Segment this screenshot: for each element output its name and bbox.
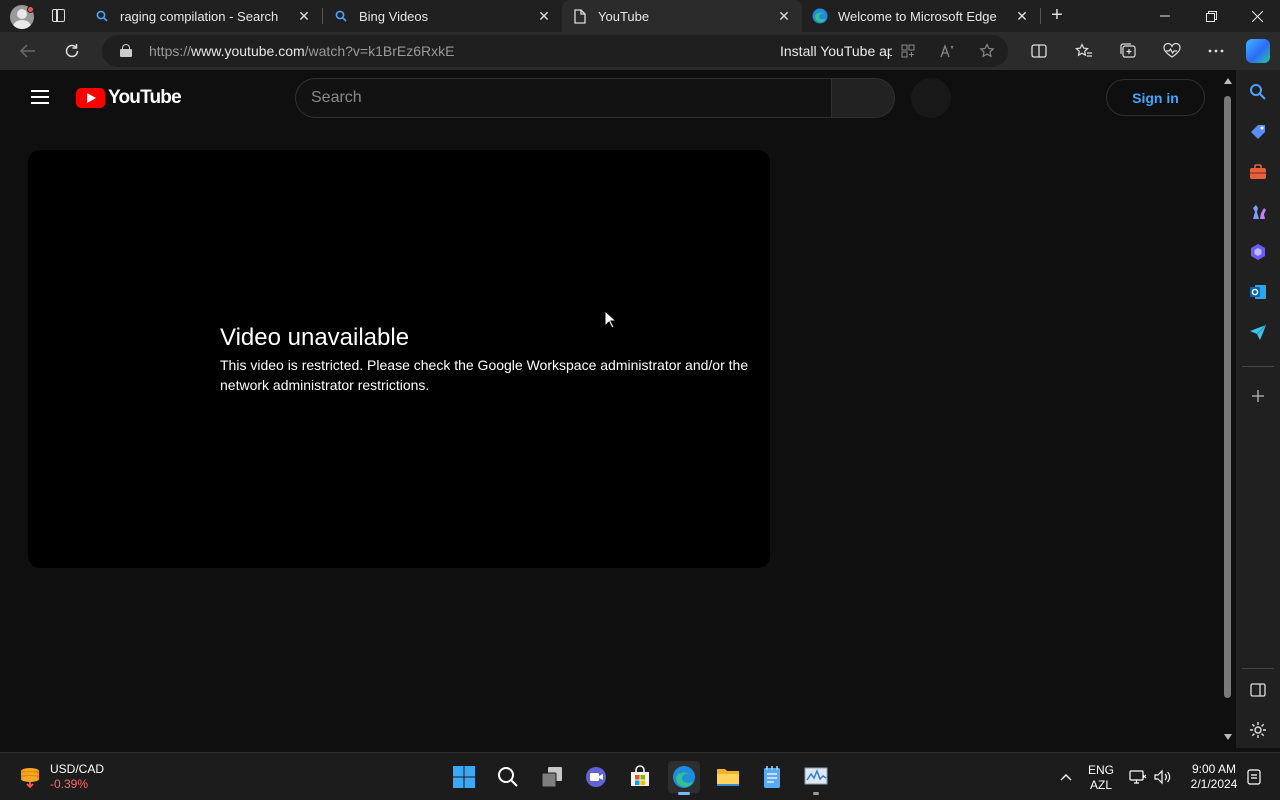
- running-indicator: [813, 792, 819, 795]
- close-icon[interactable]: ✕: [536, 8, 552, 24]
- show-hidden-icons-chevron-icon[interactable]: [1052, 761, 1080, 793]
- currency-widget[interactable]: USD/CAD -0.39%: [50, 762, 104, 792]
- outlook-icon[interactable]: [1248, 282, 1268, 302]
- ticker-change: -0.39%: [50, 777, 89, 791]
- input-language[interactable]: ENG AZL: [1084, 763, 1118, 793]
- start-button[interactable]: [448, 761, 480, 793]
- close-icon[interactable]: ✕: [776, 8, 792, 24]
- tab-title: Welcome to Microsoft Edge: [838, 8, 997, 24]
- more-options-icon[interactable]: [1205, 40, 1227, 62]
- scrollbar-thumb[interactable]: [1224, 96, 1231, 698]
- collections-icon[interactable]: [1117, 40, 1139, 62]
- currency-widget-icon[interactable]: [18, 764, 42, 789]
- favorites-icon[interactable]: [1073, 40, 1095, 62]
- edge-taskbar-icon[interactable]: [668, 761, 700, 795]
- tab-separator: [1040, 8, 1041, 24]
- favorite-star-icon[interactable]: [977, 41, 997, 61]
- page-scrollbar[interactable]: [1220, 70, 1236, 748]
- youtube-play-icon: [76, 88, 105, 108]
- file-explorer-icon[interactable]: [712, 761, 744, 793]
- performance-monitor-icon[interactable]: [800, 761, 832, 795]
- split-screen-icon[interactable]: [1028, 40, 1050, 62]
- tab-search[interactable]: raging compilation - Search ✕: [84, 0, 322, 32]
- minimize-button[interactable]: [1142, 0, 1188, 32]
- app-install-icon[interactable]: [898, 41, 918, 61]
- close-window-button[interactable]: [1234, 0, 1280, 32]
- search-button[interactable]: [831, 78, 895, 118]
- active-indicator: [678, 792, 690, 795]
- edge-icon: [812, 8, 828, 24]
- tab-welcome-edge[interactable]: Welcome to Microsoft Edge ✕: [802, 0, 1040, 32]
- windows-taskbar: USD/CAD -0.39% ENG AZL 9:00 AM 2/1/2024: [0, 752, 1280, 800]
- notifications-icon[interactable]: [1244, 761, 1264, 793]
- browser-toolbar: https://www.youtube.com/watch?v=k1BrEz6R…: [0, 32, 1280, 70]
- refresh-icon[interactable]: [60, 40, 84, 62]
- sidebar-separator: [1242, 668, 1274, 669]
- error-title: Video unavailable: [220, 324, 410, 351]
- clock[interactable]: 9:00 AM 2/1/2024: [1186, 762, 1242, 792]
- restore-button[interactable]: [1188, 0, 1234, 32]
- tab-actions-icon[interactable]: [50, 8, 68, 24]
- error-message: This video is restricted. Please check t…: [220, 357, 749, 393]
- hide-sidebar-icon[interactable]: [1248, 680, 1268, 700]
- copilot-designer-icon[interactable]: [1248, 242, 1268, 262]
- clock-date: 2/1/2024: [1190, 777, 1238, 791]
- tab-title: YouTube: [598, 8, 650, 24]
- back-arrow-icon[interactable]: [16, 40, 40, 62]
- tab-youtube[interactable]: YouTube ✕: [562, 0, 802, 32]
- browser-essentials-icon[interactable]: [1161, 40, 1183, 62]
- keyboard-layout: AZL: [1089, 778, 1112, 792]
- shopping-tag-icon[interactable]: [1248, 122, 1268, 142]
- task-view-icon[interactable]: [536, 761, 568, 793]
- send-paper-plane-icon[interactable]: [1248, 322, 1268, 342]
- microsoft-store-icon[interactable]: [624, 761, 656, 793]
- clock-time: 9:00 AM: [1191, 762, 1237, 776]
- new-tab-button[interactable]: +: [1047, 5, 1067, 26]
- search-input[interactable]: [295, 78, 831, 118]
- sign-in-button[interactable]: Sign in: [1106, 79, 1205, 116]
- tools-briefcase-icon[interactable]: [1248, 162, 1268, 182]
- video-player[interactable]: Video unavailable This video is restrict…: [28, 150, 770, 568]
- ticker-symbol: USD/CAD: [50, 762, 105, 776]
- page-viewport: YouTube Sign in Video unavailable This v…: [4, 70, 1220, 748]
- profile-notification-dot: [27, 6, 34, 13]
- page-icon: [572, 8, 588, 24]
- install-app-label[interactable]: Install YouTube ap: [780, 43, 892, 59]
- language-code: ENG: [1087, 763, 1114, 777]
- settings-gear-icon[interactable]: [1248, 720, 1268, 740]
- edge-sidebar: [1236, 70, 1280, 748]
- sidebar-separator: [1242, 366, 1274, 367]
- scroll-up-arrow-icon[interactable]: [1224, 78, 1232, 84]
- volume-icon[interactable]: [1151, 761, 1175, 793]
- address-bar[interactable]: https://www.youtube.com/watch?v=k1BrEz6R…: [102, 35, 1008, 67]
- close-icon[interactable]: ✕: [1014, 8, 1030, 24]
- tab-title: Bing Videos: [359, 8, 429, 24]
- url-text[interactable]: https://www.youtube.com/watch?v=k1BrEz6R…: [149, 43, 454, 59]
- add-icon[interactable]: [1248, 386, 1268, 406]
- network-icon[interactable]: [1126, 761, 1150, 793]
- search-icon: [333, 8, 349, 24]
- read-aloud-icon[interactable]: [938, 41, 958, 61]
- taskbar-search-icon[interactable]: [492, 761, 524, 793]
- scroll-down-arrow-icon[interactable]: [1224, 734, 1232, 740]
- lock-icon[interactable]: [120, 44, 132, 57]
- youtube-logo[interactable]: YouTube: [76, 87, 182, 109]
- notepad-icon[interactable]: [756, 761, 788, 793]
- sidebar-search-icon[interactable]: [1248, 82, 1268, 102]
- tab-bing-videos[interactable]: Bing Videos ✕: [323, 0, 562, 32]
- close-icon[interactable]: ✕: [296, 8, 312, 24]
- games-icon[interactable]: [1248, 202, 1268, 222]
- copilot-icon[interactable]: [1246, 39, 1270, 63]
- youtube-wordmark: YouTube: [108, 87, 182, 108]
- tab-strip: raging compilation - Search ✕ Bing Video…: [0, 0, 1280, 32]
- menu-icon[interactable]: [31, 89, 49, 105]
- teams-chat-icon[interactable]: [580, 761, 612, 793]
- voice-search-button[interactable]: [911, 78, 951, 118]
- tab-title: raging compilation - Search: [120, 8, 279, 24]
- search-icon: [94, 8, 110, 24]
